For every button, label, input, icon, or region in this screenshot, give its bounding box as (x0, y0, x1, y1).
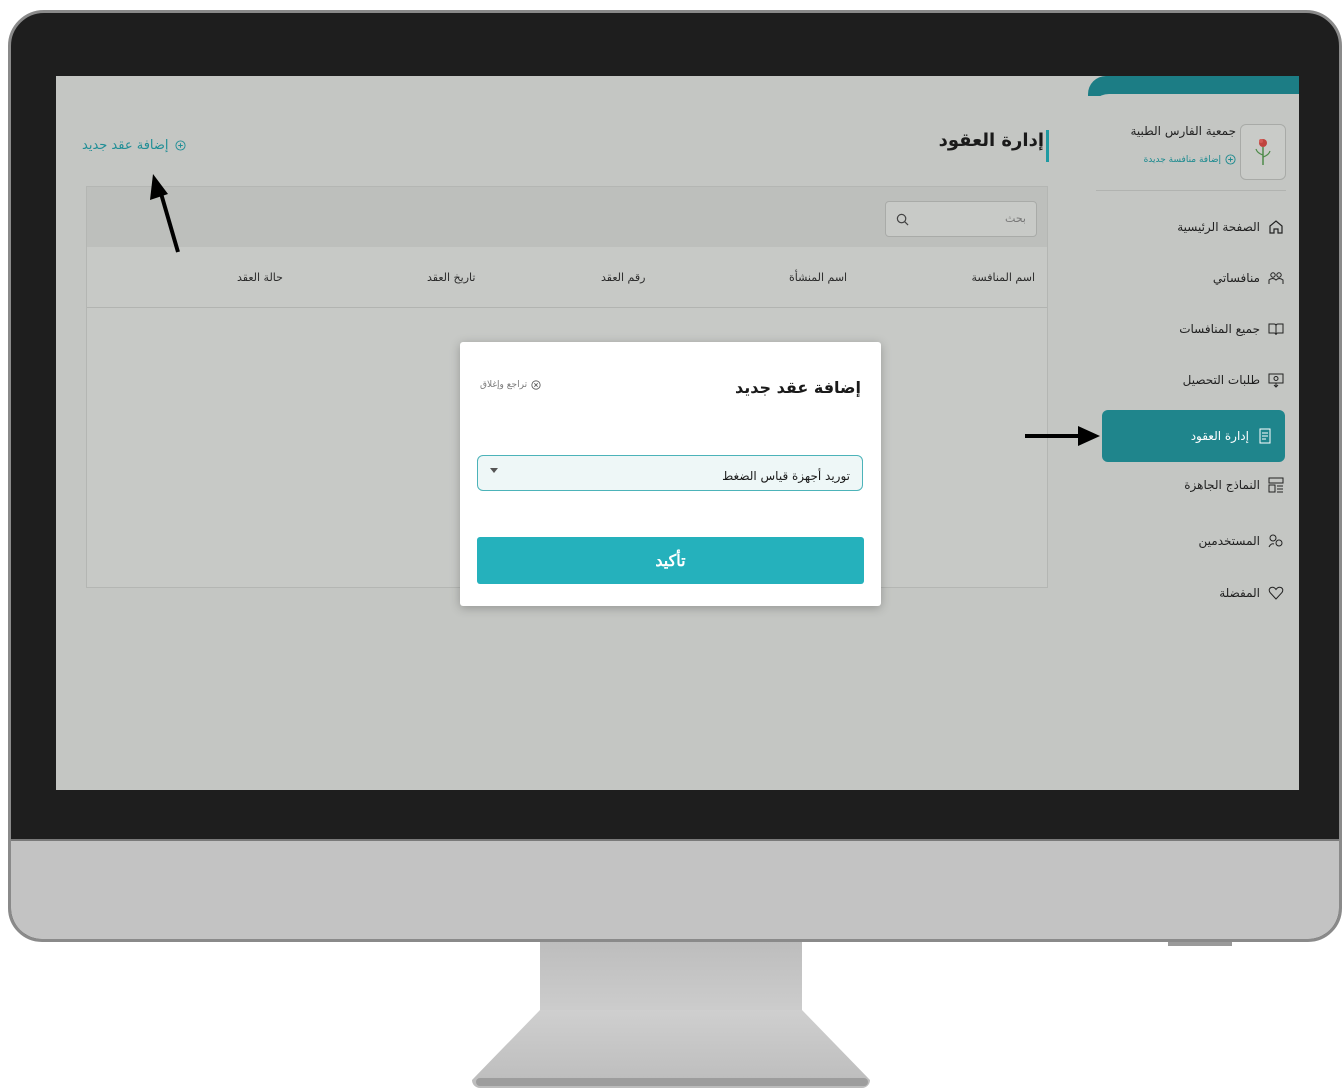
page-title: إدارة العقود (938, 130, 1044, 151)
monitor-shadow (1168, 942, 1232, 946)
modal-close-button[interactable]: تراجع وإغلاق (480, 380, 541, 390)
home-icon (1268, 219, 1284, 235)
column-header-facility-name: اسم المنشأة (789, 271, 848, 284)
select-value: توريد أجهزة قياس الضغط (722, 469, 850, 483)
sidebar-item-label: المستخدمين (1198, 534, 1260, 548)
sidebar-item-label: طلبات التحصيل (1182, 373, 1260, 387)
column-header-contract-status: حالة العقد (237, 271, 283, 284)
sidebar-item-home[interactable]: الصفحة الرئيسية (1102, 208, 1284, 246)
add-tender-label: إضافة منافسة جديدة (1143, 154, 1221, 165)
column-header-contract-number: رقم العقد (601, 271, 646, 284)
plus-circle-icon (1225, 154, 1236, 165)
rose-logo-icon (1255, 139, 1271, 165)
close-icon (531, 380, 541, 390)
monitor-stand-base (472, 1010, 870, 1088)
app-screen: جمعية الفارس الطبية إضافة منافسة جديدة ا… (56, 76, 1299, 790)
users-icon (1268, 533, 1284, 549)
confirm-button[interactable]: تأكيد (477, 537, 864, 584)
title-accent-bar (1046, 130, 1049, 162)
sidebar-item-label: إدارة العقود (1190, 429, 1249, 443)
sidebar-item-collection-requests[interactable]: طلبات التحصيل (1102, 361, 1284, 399)
contract-icon (1257, 428, 1273, 444)
close-label: تراجع وإغلاق (480, 380, 528, 390)
add-contract-label: إضافة عقد جديد (82, 138, 169, 153)
column-header-contract-date: تاريخ العقد (427, 271, 476, 284)
sidebar-item-label: الصفحة الرئيسية (1177, 220, 1260, 234)
sidebar-item-label: المفضلة (1219, 586, 1260, 600)
sidebar-item-users[interactable]: المستخدمين (1102, 522, 1284, 560)
chevron-down-icon (490, 468, 498, 473)
add-contract-modal: إضافة عقد جديد تراجع وإغلاق توريد أجهزة … (460, 342, 881, 606)
sidebar-item-all-tenders[interactable]: جميع المنافسات (1102, 310, 1284, 348)
column-header-tender-name: اسم المنافسة (971, 271, 1036, 284)
monitor-chin (11, 839, 1339, 939)
sidebar-item-label: النماذج الجاهزة (1184, 478, 1260, 492)
heart-icon (1268, 585, 1284, 601)
sidebar-item-templates[interactable]: النماذج الجاهزة (1102, 466, 1284, 504)
money-icon (1268, 372, 1284, 388)
search-placeholder: بحث (1005, 212, 1026, 225)
people-icon (1268, 270, 1284, 286)
sidebar-item-my-tenders[interactable]: منافساتي (1102, 259, 1284, 297)
template-icon (1268, 477, 1284, 493)
add-tender-link[interactable]: إضافة منافسة جديدة (1096, 154, 1236, 165)
sidebar-item-label: جميع المنافسات (1179, 322, 1260, 336)
search-input[interactable]: بحث (885, 201, 1037, 237)
tender-select[interactable]: توريد أجهزة قياس الضغط (477, 455, 863, 491)
sidebar-topbar (1088, 76, 1299, 96)
modal-title: إضافة عقد جديد (735, 378, 861, 397)
table-divider (87, 307, 1047, 308)
book-icon (1268, 321, 1284, 337)
add-contract-button[interactable]: إضافة عقد جديد (82, 138, 186, 153)
monitor-stand-edge (476, 1078, 868, 1086)
org-logo (1240, 124, 1286, 180)
org-name: جمعية الفارس الطبية (1130, 124, 1237, 138)
sidebar-item-contracts[interactable]: إدارة العقود (1102, 410, 1285, 462)
sidebar-item-label: منافساتي (1212, 271, 1260, 285)
plus-circle-icon (174, 140, 186, 151)
search-icon (896, 211, 909, 230)
sidebar-divider (1096, 190, 1286, 191)
sidebar-item-favorites[interactable]: المفضلة (1102, 574, 1284, 612)
